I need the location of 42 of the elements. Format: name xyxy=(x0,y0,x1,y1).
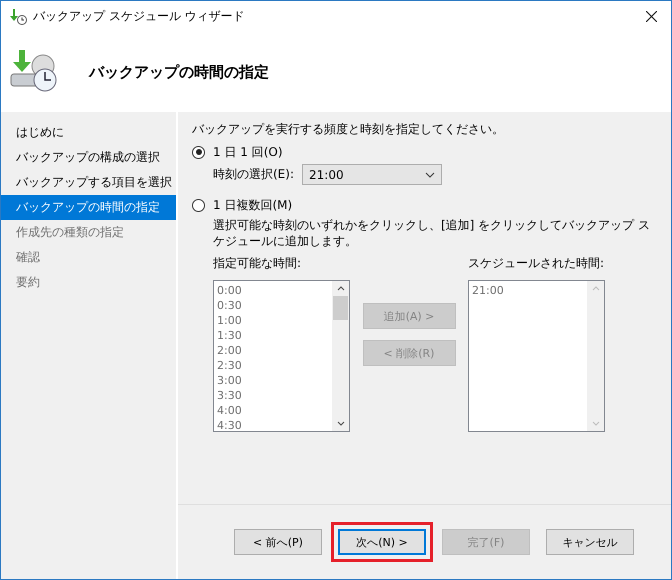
list-label: スケジュールされた時間: xyxy=(468,255,605,272)
sidebar-item[interactable]: はじめに xyxy=(1,120,176,145)
time-label: 時刻の選択(E): xyxy=(213,166,294,183)
window-title: バックアップ スケジュール ウィザード xyxy=(33,8,245,25)
close-icon[interactable] xyxy=(646,11,657,22)
instruction-text: バックアップを実行する頻度と時刻を指定してください。 xyxy=(192,121,505,138)
app-icon xyxy=(9,8,27,24)
sidebar-item[interactable]: バックアップの時間の指定 xyxy=(1,195,176,220)
scroll-down-icon[interactable] xyxy=(336,421,344,426)
scheduled-times-list[interactable]: 21:00 xyxy=(468,280,605,432)
scroll-down-icon xyxy=(592,421,600,426)
list-item[interactable]: 21:00 xyxy=(472,283,584,298)
radio-button[interactable] xyxy=(192,198,205,212)
chevron-down-icon[interactable] xyxy=(425,172,435,178)
scroll-up-icon[interactable] xyxy=(336,286,344,291)
scroll-up-icon xyxy=(592,286,600,291)
sidebar-item[interactable]: バックアップする項目を選択 xyxy=(1,170,176,195)
scrollbar[interactable] xyxy=(332,281,349,431)
sidebar-item[interactable]: バックアップの構成の選択 xyxy=(1,145,176,170)
list-item[interactable]: 3:00 xyxy=(217,373,329,388)
list-item[interactable]: 1:00 xyxy=(217,313,329,328)
scroll-thumb[interactable] xyxy=(333,296,348,320)
available-times-list[interactable]: 0:00 0:30 1:00 1:30 2:00 2:30 3:00 3:30 4:00 4:30 xyxy=(213,280,350,432)
wizard-button[interactable]: < 前へ(P) xyxy=(234,529,322,555)
list-item[interactable]: 4:00 xyxy=(217,403,329,418)
wizard-button[interactable]: 次へ(N) > xyxy=(338,529,426,555)
page-heading: バックアップの時間の指定 xyxy=(89,62,269,82)
radio-label[interactable]: 1 日 1 回(O) xyxy=(213,144,283,160)
radio-button[interactable] xyxy=(192,146,205,158)
description-text: 選択可能な時刻のいずれかをクリックし、[追加] をクリックしてバックアップ スケジュールに追加します。 xyxy=(212,217,651,249)
list-item[interactable]: 1:30 xyxy=(217,328,329,343)
backup-clock-icon xyxy=(9,50,59,94)
list-item[interactable]: 4:30 xyxy=(217,418,329,433)
list-item[interactable]: 2:30 xyxy=(217,358,329,373)
list-item[interactable]: 0:30 xyxy=(217,298,329,313)
list-item[interactable]: 2:00 xyxy=(217,343,329,358)
list-label: 指定可能な時間: xyxy=(213,255,302,272)
list-item[interactable]: 0:00 xyxy=(217,283,329,298)
wizard-button[interactable]: キャンセル xyxy=(546,529,634,555)
time-dropdown[interactable]: 21:00 xyxy=(302,164,442,185)
radio-label[interactable]: 1 日複数回(M) xyxy=(213,196,292,214)
list-item[interactable]: 3:30 xyxy=(217,388,329,403)
